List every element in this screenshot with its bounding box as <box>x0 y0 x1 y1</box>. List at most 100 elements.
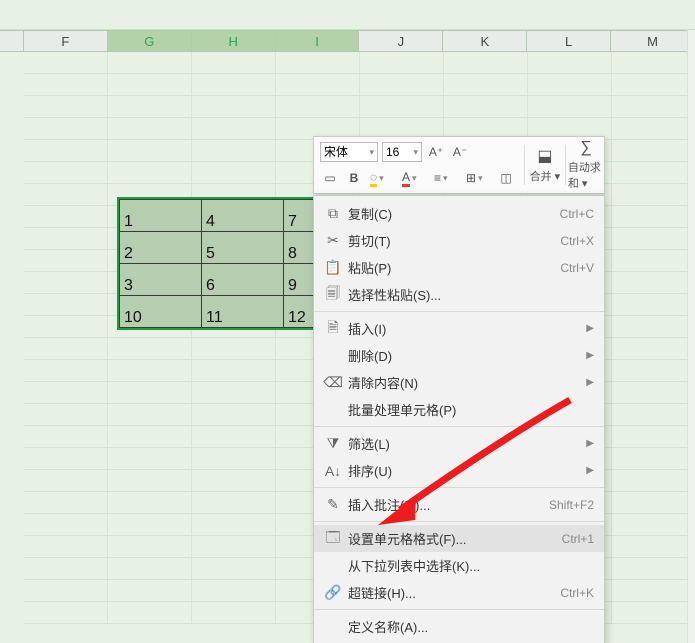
cell[interactable] <box>108 382 192 404</box>
menu-item[interactable]: 🗐选择性粘贴(S)... <box>314 281 604 308</box>
cell[interactable] <box>192 514 276 536</box>
cell[interactable] <box>444 74 528 96</box>
cell[interactable] <box>276 74 360 96</box>
table-cell[interactable]: 11 <box>202 296 284 328</box>
cell[interactable] <box>192 96 276 118</box>
cell[interactable] <box>108 140 192 162</box>
table-cell[interactable]: 5 <box>202 232 284 264</box>
cell[interactable] <box>612 294 695 316</box>
column-header-K[interactable]: K <box>443 31 527 51</box>
cell[interactable] <box>276 96 360 118</box>
column-header-M[interactable]: M <box>611 31 695 51</box>
cell[interactable] <box>108 52 192 74</box>
cell[interactable] <box>24 558 108 580</box>
cell[interactable] <box>612 74 695 96</box>
cell[interactable] <box>24 184 108 206</box>
cell[interactable] <box>612 492 695 514</box>
cell[interactable] <box>612 140 695 162</box>
cell[interactable] <box>24 404 108 426</box>
column-header-J[interactable]: J <box>359 31 443 51</box>
cell[interactable] <box>612 470 695 492</box>
cell[interactable] <box>108 536 192 558</box>
column-header-G[interactable]: G <box>108 31 192 51</box>
cell[interactable] <box>24 602 108 624</box>
cell[interactable] <box>612 316 695 338</box>
cell[interactable] <box>192 338 276 360</box>
cell[interactable] <box>192 360 276 382</box>
cell[interactable] <box>528 52 612 74</box>
menu-item[interactable]: ✎插入批注(M)...Shift+F2 <box>314 491 604 518</box>
align-icon[interactable]: ≡▾ <box>432 168 460 188</box>
menu-item[interactable]: 定义名称(A)... <box>314 613 604 640</box>
cell[interactable] <box>612 52 695 74</box>
cell[interactable] <box>24 382 108 404</box>
font-color-icon[interactable]: A▾ <box>400 168 428 188</box>
menu-item[interactable]: 🗔设置单元格格式(F)...Ctrl+1 <box>314 525 604 552</box>
cell[interactable] <box>360 96 444 118</box>
menu-item[interactable]: 🔗超链接(H)...Ctrl+K <box>314 579 604 606</box>
menu-item[interactable]: A↓排序(U)▶ <box>314 457 604 484</box>
cell[interactable] <box>108 514 192 536</box>
cell[interactable] <box>612 162 695 184</box>
cell[interactable] <box>192 52 276 74</box>
menu-item[interactable]: 批量处理单元格(P) <box>314 396 604 423</box>
cell[interactable] <box>108 470 192 492</box>
menu-item[interactable]: 📋粘贴(P)Ctrl+V <box>314 254 604 281</box>
cell[interactable] <box>108 558 192 580</box>
cell[interactable] <box>24 338 108 360</box>
cell[interactable] <box>192 470 276 492</box>
format-painter-icon[interactable]: ▭ <box>320 168 340 188</box>
table-cell[interactable]: 6 <box>202 264 284 296</box>
cell[interactable] <box>24 140 108 162</box>
menu-item[interactable]: 从下拉列表中选择(K)... <box>314 552 604 579</box>
cell[interactable] <box>108 448 192 470</box>
cell[interactable] <box>108 96 192 118</box>
column-header-F[interactable]: F <box>24 31 108 51</box>
cell[interactable] <box>612 514 695 536</box>
table-cell[interactable]: 1 <box>120 200 202 232</box>
table-cell[interactable]: 3 <box>120 264 202 296</box>
merge-button[interactable]: ⬓ 合并 ▾ <box>527 137 563 193</box>
cell[interactable] <box>192 448 276 470</box>
cell[interactable] <box>192 602 276 624</box>
cell[interactable] <box>108 580 192 602</box>
cell[interactable] <box>192 580 276 602</box>
cell[interactable] <box>528 96 612 118</box>
fill-color-icon[interactable]: ◌▾ <box>368 168 396 188</box>
cell[interactable] <box>192 536 276 558</box>
format-icon[interactable]: ◫ <box>496 168 516 188</box>
cell[interactable] <box>360 52 444 74</box>
cell[interactable] <box>108 338 192 360</box>
table-cell[interactable]: 10 <box>120 296 202 328</box>
cell[interactable] <box>192 74 276 96</box>
cell[interactable] <box>192 404 276 426</box>
column-header-I[interactable]: I <box>276 31 360 51</box>
cell[interactable] <box>612 536 695 558</box>
font-size-selector[interactable]: 16▾ <box>382 142 422 162</box>
cell[interactable] <box>108 602 192 624</box>
cell[interactable] <box>108 162 192 184</box>
increase-font-icon[interactable]: A⁺ <box>426 142 446 162</box>
cell[interactable] <box>24 426 108 448</box>
cell[interactable] <box>192 492 276 514</box>
cell[interactable] <box>24 448 108 470</box>
font-selector[interactable]: 宋体▾ <box>320 142 378 162</box>
cell[interactable] <box>24 294 108 316</box>
cell[interactable] <box>444 52 528 74</box>
menu-item[interactable]: ⧉复制(C)Ctrl+C <box>314 200 604 227</box>
cell[interactable] <box>24 272 108 294</box>
cell[interactable] <box>360 74 444 96</box>
cell[interactable] <box>528 74 612 96</box>
cell[interactable] <box>612 404 695 426</box>
cell[interactable] <box>612 426 695 448</box>
autosum-button[interactable]: ∑ 自动求和 ▾ <box>568 137 604 193</box>
cell[interactable] <box>612 96 695 118</box>
cell[interactable] <box>612 184 695 206</box>
menu-item[interactable]: 删除(D)▶ <box>314 342 604 369</box>
border-icon[interactable]: ⊞▾ <box>464 168 492 188</box>
cell[interactable] <box>444 96 528 118</box>
cell[interactable] <box>192 118 276 140</box>
cell[interactable] <box>24 514 108 536</box>
cell[interactable] <box>612 558 695 580</box>
cell[interactable] <box>24 74 108 96</box>
